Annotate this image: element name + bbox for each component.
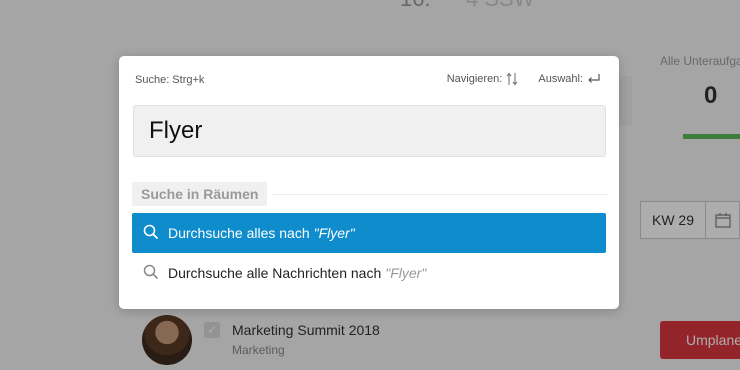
search-input[interactable]: Flyer (133, 105, 606, 157)
section-label: Suche in Räumen (132, 182, 268, 206)
search-icon (143, 264, 159, 280)
enter-key-icon (588, 74, 600, 83)
select-hint: Auswahl: (538, 73, 583, 85)
search-modal: Suche: Strg+k Navigieren: Auswahl: Flyer… (119, 56, 619, 309)
result-prefix: Durchsuche alles nach (168, 225, 310, 241)
search-icon (143, 224, 159, 240)
search-section-header: Suche in Räumen (132, 182, 608, 206)
section-divider (272, 194, 608, 195)
navigate-hint: Navigieren: (446, 73, 503, 85)
search-result-messages[interactable]: Durchsuche alle Nachrichten nach "Flyer" (132, 253, 606, 293)
result-term: "Flyer" (313, 225, 355, 241)
search-result-all[interactable]: Durchsuche alles nach "Flyer" (132, 213, 606, 253)
keyboard-hints: Navigieren: Auswahl: (447, 72, 601, 86)
result-term: "Flyer" (385, 265, 427, 281)
up-down-arrows-icon (506, 72, 518, 86)
result-prefix: Durchsuche alle Nachrichten nach (168, 265, 382, 281)
shortcut-hint: Suche: Strg+k (135, 74, 205, 86)
